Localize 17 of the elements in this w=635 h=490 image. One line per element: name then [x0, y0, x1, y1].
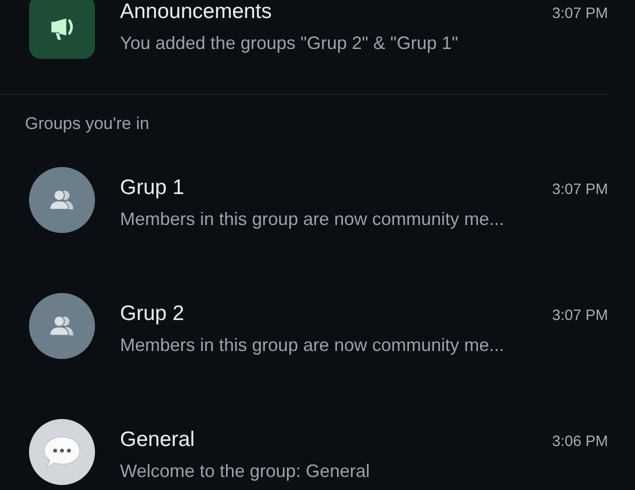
chat-row[interactable]: Grup 2 3:07 PM Members in this group are now community me... — [0, 263, 608, 389]
message-preview: Members in this group are now community me... — [120, 209, 506, 230]
chat-title: Grup 2 — [120, 302, 184, 326]
chat-row[interactable]: Announcements 3:07 PM You added the groups "Grup 2" & "Grup 1" — [0, 0, 608, 60]
chat-row[interactable]: Grup 1 3:07 PM Members in this group are now community me... — [0, 137, 608, 263]
chat-row[interactable]: General 3:06 PM Welcome to the group: General — [0, 389, 608, 490]
chat-title: General — [120, 428, 195, 452]
section-header: Groups you're in — [24, 113, 150, 134]
message-preview: Members in this group are now community me... — [120, 335, 506, 356]
chat-time: 3:06 PM — [552, 433, 608, 450]
chat-time: 3:07 PM — [552, 5, 608, 22]
chat-title: Announcements — [120, 0, 272, 24]
chat-time: 3:07 PM — [552, 181, 608, 198]
message-preview: Welcome to the group: General — [120, 461, 371, 482]
chat-title: Grup 1 — [120, 176, 184, 200]
message-preview: You added the groups "Grup 2" & "Grup 1" — [120, 33, 460, 54]
chat-time: 3:07 PM — [552, 307, 608, 324]
